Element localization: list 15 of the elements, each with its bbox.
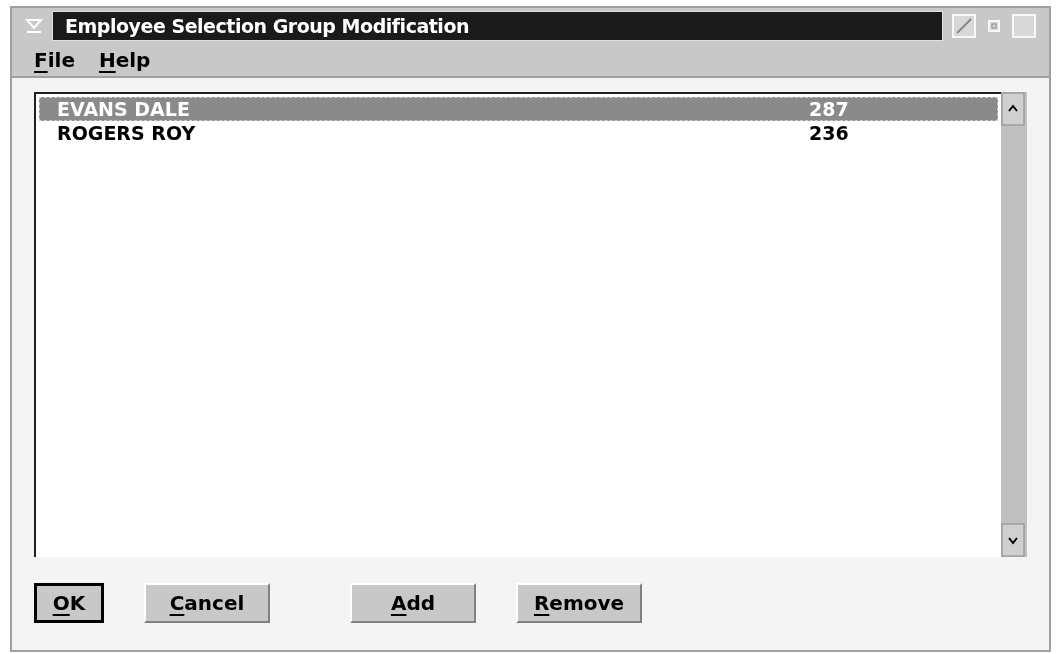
menu-item[interactable]: File — [34, 45, 75, 75]
list-item[interactable]: ROGERS ROY 236 — [39, 121, 998, 145]
scroll-down-icon[interactable] — [1001, 523, 1025, 557]
dialog-button[interactable]: OK — [34, 583, 104, 623]
scrollbar[interactable] — [1001, 92, 1027, 557]
scroll-up-icon[interactable] — [1001, 92, 1025, 126]
dialog-button[interactable]: Add — [350, 583, 476, 623]
hide-icon[interactable] — [951, 13, 977, 39]
dialog-button[interactable]: Cancel — [144, 583, 270, 623]
window-title: Employee Selection Group Modification — [65, 13, 470, 39]
menu-item[interactable]: Help — [98, 45, 151, 75]
dialog-button[interactable]: Remove — [516, 583, 642, 623]
maximize-icon[interactable] — [1011, 13, 1037, 39]
system-menu-icon[interactable] — [24, 16, 44, 36]
minimize-icon[interactable] — [985, 17, 1003, 35]
